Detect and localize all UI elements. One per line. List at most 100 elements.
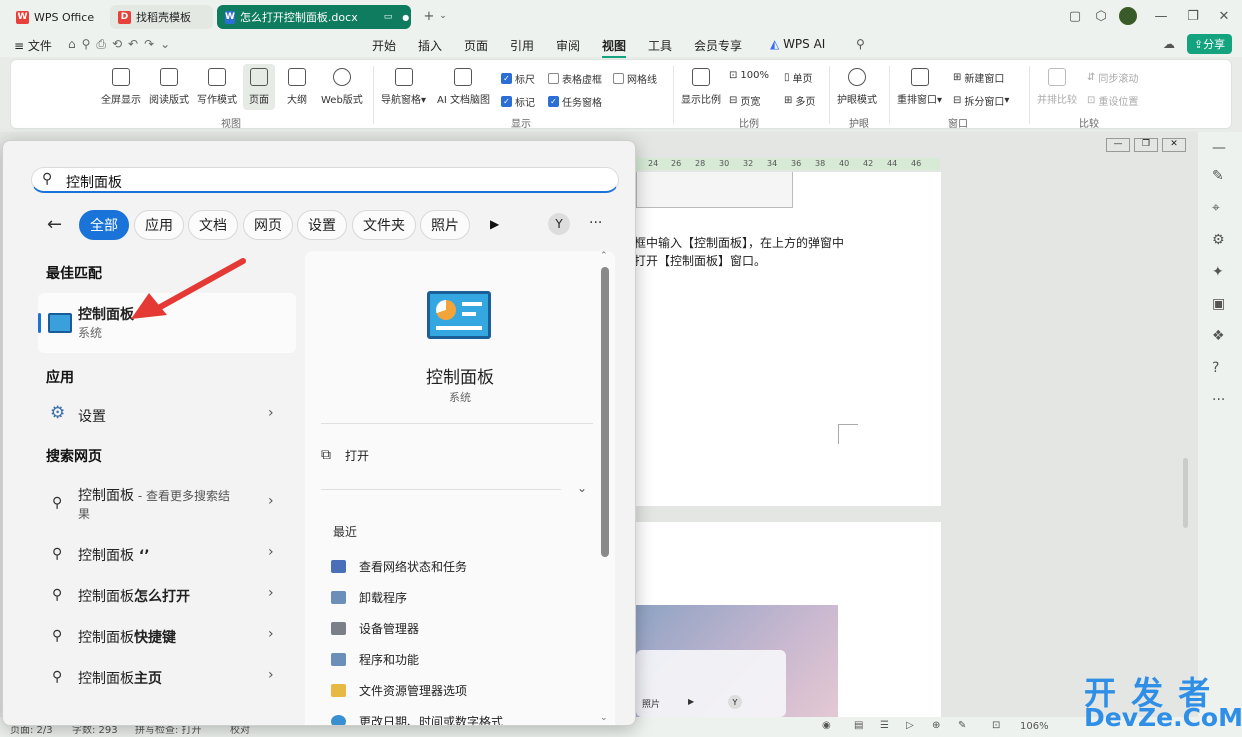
tabs-overview-icon[interactable]: ▢ <box>1062 4 1088 28</box>
task-pane-checkbox[interactable]: ✓ 任务窗格 <box>548 94 602 109</box>
magic-tool-icon[interactable]: ✦ <box>1212 264 1224 280</box>
minimize-icon[interactable]: — <box>1148 4 1174 28</box>
reading-mode-button[interactable]: 阅读版式 <box>149 68 189 106</box>
filter-web[interactable]: 网页 <box>243 210 293 240</box>
settings-sliders-icon[interactable]: ⚙ <box>1212 232 1225 248</box>
menu-home[interactable]: 开始 <box>372 37 396 54</box>
user-avatar[interactable]: Y <box>548 213 570 235</box>
restore-icon[interactable]: ❐ <box>1180 4 1206 28</box>
page-width-button[interactable]: ⊟ 页宽 <box>729 93 760 108</box>
menu-member[interactable]: 会员专享 <box>694 37 742 54</box>
menu-tools[interactable]: 工具 <box>648 37 672 54</box>
page-view-button[interactable]: 页面 <box>243 64 275 110</box>
scroll-down-icon[interactable]: ⌄ <box>600 713 608 723</box>
recent-item[interactable]: 查看网络状态和任务 <box>331 558 467 575</box>
close-window-icon[interactable]: ✕ <box>1211 4 1237 28</box>
web-result-item[interactable]: ⚲ 控制面板 ‘’ › <box>38 538 296 572</box>
sync-scroll-button[interactable]: ⇵ 同步滚动 <box>1087 70 1138 85</box>
recent-item[interactable]: 设备管理器 <box>331 620 419 637</box>
zoom-100-button[interactable]: ⊡ 100% <box>729 70 769 81</box>
tab-dropdown-icon[interactable]: ⌄ <box>430 4 456 28</box>
tab-docer-templates[interactable]: D 找稻壳模板 <box>110 5 213 29</box>
single-page-button[interactable]: ▯ 单页 <box>784 70 813 85</box>
cloud-upload-icon[interactable]: ☁ <box>1163 37 1175 51</box>
arrange-window-button[interactable]: 重排窗口▾ <box>897 68 942 106</box>
scrollbar-thumb[interactable] <box>1183 458 1188 528</box>
outline-status-icon[interactable]: ☰ <box>880 720 889 731</box>
more-options-icon[interactable]: ··· <box>589 215 602 231</box>
menu-wps-ai[interactable]: ◭ WPS AI <box>770 37 825 51</box>
tab-wps-office[interactable]: W WPS Office <box>8 5 108 29</box>
filter-photos[interactable]: 照片 <box>420 210 470 240</box>
back-arrow-icon[interactable]: ← <box>47 214 62 235</box>
shirt-icon[interactable]: ❖ <box>1212 328 1225 344</box>
zoom-ratio-button[interactable]: 显示比例 <box>681 68 721 106</box>
eye-status-icon[interactable]: ◉ <box>822 720 831 731</box>
pen-status-icon[interactable]: ✎ <box>958 720 966 731</box>
fit-status-icon[interactable]: ⊡ <box>992 720 1000 731</box>
menu-page[interactable]: 页面 <box>464 37 488 54</box>
menu-review[interactable]: 审阅 <box>556 37 580 54</box>
doc-close-icon[interactable]: ✕ <box>1162 138 1186 152</box>
fullscreen-button[interactable]: 全屏显示 <box>101 68 141 106</box>
select-cursor-icon[interactable]: ⌖ <box>1212 200 1220 216</box>
marks-checkbox[interactable]: ✓ 标记 <box>501 94 535 109</box>
gridlines-checkbox[interactable]: 网格线 <box>613 71 657 86</box>
zoom-level[interactable]: 106% <box>1020 721 1049 732</box>
menu-insert[interactable]: 插入 <box>418 37 442 54</box>
search-icon[interactable]: ⚲ <box>856 37 865 51</box>
filter-documents[interactable]: 文档 <box>188 210 238 240</box>
web-result-item[interactable]: ⚲ 控制面板怎么打开 › <box>38 579 296 613</box>
web-result-item[interactable]: ⚲ 控制面板 - 查看更多搜索结 果 › <box>38 481 296 525</box>
web-layout-button[interactable]: Web版式 <box>321 68 363 106</box>
scrollbar-thumb[interactable] <box>601 267 609 557</box>
share-button[interactable]: ⇪ 分享 <box>1187 34 1232 54</box>
doc-restore-icon[interactable]: ❐ <box>1134 138 1158 152</box>
filter-settings[interactable]: 设置 <box>297 210 347 240</box>
filter-apps[interactable]: 应用 <box>134 210 184 240</box>
detail-scrollbar[interactable]: ⌃ ⌄ <box>599 251 613 725</box>
more-filters-play-icon[interactable]: ▶ <box>490 217 499 231</box>
side-by-side-button[interactable]: 并排比较 <box>1037 68 1077 106</box>
web-result-item[interactable]: ⚲ 控制面板主页 › <box>38 661 296 695</box>
web-status-icon[interactable]: ⊕ <box>932 720 940 731</box>
outline-button[interactable]: 大纲 <box>287 68 307 106</box>
new-window-button[interactable]: ⊞ 新建窗口 <box>953 70 1004 85</box>
recent-item[interactable]: 更改日期、时间或数字格式 <box>331 713 503 725</box>
scroll-up-icon[interactable]: ⌃ <box>600 251 608 261</box>
avatar[interactable] <box>1115 4 1141 28</box>
document-scrollbar[interactable] <box>1181 158 1191 713</box>
help-icon[interactable]: ? <box>1212 360 1219 376</box>
recent-item[interactable]: 文件资源管理器选项 <box>331 682 467 699</box>
split-window-button[interactable]: ⊟ 拆分窗口 ▾ <box>953 93 1009 108</box>
ruler-checkbox[interactable]: ✓ 标尺 <box>501 71 535 86</box>
page-view-status-icon[interactable]: ▤ <box>854 720 863 731</box>
web-result-item[interactable]: ⚲ 控制面板快捷键 › <box>38 620 296 654</box>
cube-icon[interactable]: ⬡ <box>1088 4 1114 28</box>
app-settings-item[interactable]: ⚙ 设置 › <box>38 397 296 431</box>
writing-mode-button[interactable]: 写作模式 <box>197 68 237 106</box>
search-input[interactable]: ⚲ 控制面板 <box>31 167 619 193</box>
quick-access-toolbar[interactable]: ⌂⚲⎙⟲↶↷⌄ <box>68 37 176 52</box>
reset-position-button[interactable]: ⊡ 重设位置 <box>1087 93 1138 108</box>
multi-page-button[interactable]: ⊞ 多页 <box>784 93 815 108</box>
image-tool-icon[interactable]: ▣ <box>1212 296 1225 312</box>
play-status-icon[interactable]: ▷ <box>906 720 914 731</box>
filter-folders[interactable]: 文件夹 <box>352 210 416 240</box>
expand-chevron-icon[interactable]: ⌄ <box>577 481 587 495</box>
tab-active-document[interactable]: W 怎么打开控制面板.docx ▭ ● <box>217 5 411 29</box>
screen-icon[interactable]: ▭ <box>384 12 393 22</box>
file-menu[interactable]: ≡ 文件 <box>14 37 52 54</box>
more-tools-icon[interactable]: ··· <box>1212 392 1225 408</box>
edit-icon[interactable]: ✎ <box>1212 168 1224 184</box>
doc-minimize-icon[interactable]: — <box>1106 138 1130 152</box>
menu-view[interactable]: 视图 <box>602 37 627 58</box>
open-button[interactable]: ⧉ 打开 <box>321 441 561 469</box>
recent-item[interactable]: 卸载程序 <box>331 589 407 606</box>
ai-mindmap-button[interactable]: AI 文档脑图 <box>437 68 490 106</box>
collapse-icon[interactable]: — <box>1212 140 1226 156</box>
table-gridlines-checkbox[interactable]: 表格虚框 <box>548 71 602 86</box>
navigation-pane-button[interactable]: 导航窗格▾ <box>381 68 426 106</box>
eye-protection-button[interactable]: 护眼模式 <box>837 68 877 106</box>
menu-reference[interactable]: 引用 <box>510 37 534 54</box>
